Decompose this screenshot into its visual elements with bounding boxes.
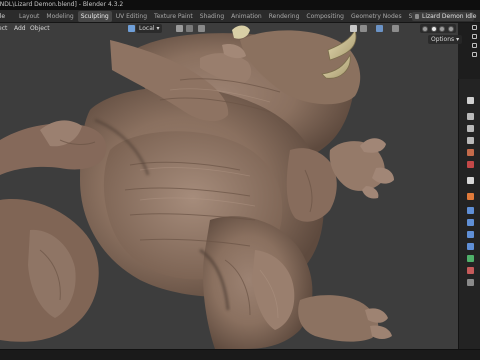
snap-icon[interactable] xyxy=(186,25,193,32)
rendered-shading-icon[interactable] xyxy=(447,25,454,32)
transform-orientation-icon xyxy=(128,25,135,32)
modifier-icon[interactable] xyxy=(467,207,474,214)
tab-compositing[interactable]: Compositing xyxy=(303,11,347,22)
orientation-dropdown[interactable]: Local ▾ xyxy=(136,24,163,33)
perspective-toggle-icon[interactable] xyxy=(471,52,477,57)
solid-shading-icon[interactable] xyxy=(430,25,437,32)
xray-icon[interactable] xyxy=(392,25,399,32)
3d-viewport[interactable] xyxy=(0,23,458,349)
collection-icon[interactable] xyxy=(467,177,474,184)
tool-icon[interactable] xyxy=(467,97,474,104)
render-icon[interactable] xyxy=(467,113,474,120)
tab-uv-editing[interactable]: UV Editing xyxy=(113,11,150,22)
navigation-controls xyxy=(470,25,478,85)
output-icon[interactable] xyxy=(467,125,474,132)
properties-editor xyxy=(458,79,480,349)
file-menu[interactable]: ile xyxy=(0,10,5,23)
particles-icon[interactable] xyxy=(467,219,474,226)
workspace-bar: ile LayoutModelingSculptingUV EditingTex… xyxy=(0,10,480,23)
menu-add[interactable]: Add xyxy=(14,23,26,34)
viewport-gizmo-icon[interactable] xyxy=(360,25,367,32)
tab-shading[interactable]: Shading xyxy=(197,11,227,22)
tab-geometry-nodes[interactable]: Geometry Nodes xyxy=(348,11,405,22)
tab-layout[interactable]: Layout xyxy=(16,11,42,22)
tab-animation[interactable]: Animation xyxy=(228,11,265,22)
tab-rendering[interactable]: Rendering xyxy=(266,11,303,22)
proportional-edit-icon[interactable] xyxy=(198,25,205,32)
window-title: ENDL\Lizard Demon.blend] - Blender 4.3.2 xyxy=(0,1,124,8)
status-bar xyxy=(0,349,480,360)
view-layer-icon[interactable] xyxy=(467,137,474,144)
workspace-tabs: Layout Modeling Sculpting UV Editing Texture… xyxy=(16,11,452,22)
shading-mode-group xyxy=(420,24,456,33)
world-icon[interactable] xyxy=(467,161,474,168)
constraints-icon[interactable] xyxy=(467,243,474,250)
camera-view-icon[interactable] xyxy=(471,43,477,48)
object-icon[interactable] xyxy=(467,193,474,200)
data-icon[interactable] xyxy=(467,255,474,262)
scene-selector[interactable]: Lizard Demon Idle xyxy=(412,12,477,21)
texture-icon[interactable] xyxy=(467,279,474,286)
scene-name: Lizard Demon Idle xyxy=(422,13,477,20)
viewport-header: ect Add Object Local ▾ xyxy=(0,23,458,35)
title-bar: ENDL\Lizard Demon.blend] - Blender 4.3.2 xyxy=(0,0,480,10)
tab-sculpting[interactable]: Sculpting xyxy=(77,11,112,22)
menu-object[interactable]: Object xyxy=(30,23,50,34)
material-preview-icon[interactable] xyxy=(439,25,446,32)
menu-select[interactable]: ect xyxy=(0,23,7,34)
wireframe-shading-icon[interactable] xyxy=(422,25,429,32)
zoom-icon[interactable] xyxy=(471,25,477,30)
scene-icon xyxy=(415,14,419,19)
selectability-icon[interactable] xyxy=(350,25,357,32)
scene-icon[interactable] xyxy=(467,149,474,156)
orientation-label: Local xyxy=(139,25,155,32)
blender-window: ENDL\Lizard Demon.blend] - Blender 4.3.2… xyxy=(0,0,480,360)
sculpt-mesh xyxy=(0,23,458,349)
physics-icon[interactable] xyxy=(467,231,474,238)
overlay-icon[interactable] xyxy=(376,25,383,32)
options-label: Options xyxy=(431,36,455,43)
tab-texture-paint[interactable]: Texture Paint xyxy=(151,11,196,22)
pan-icon[interactable] xyxy=(471,34,477,39)
pivot-icon[interactable] xyxy=(176,25,183,32)
material-icon[interactable] xyxy=(467,267,474,274)
options-button[interactable]: Options ▾ xyxy=(428,35,463,44)
tab-modeling[interactable]: Modeling xyxy=(43,11,76,22)
